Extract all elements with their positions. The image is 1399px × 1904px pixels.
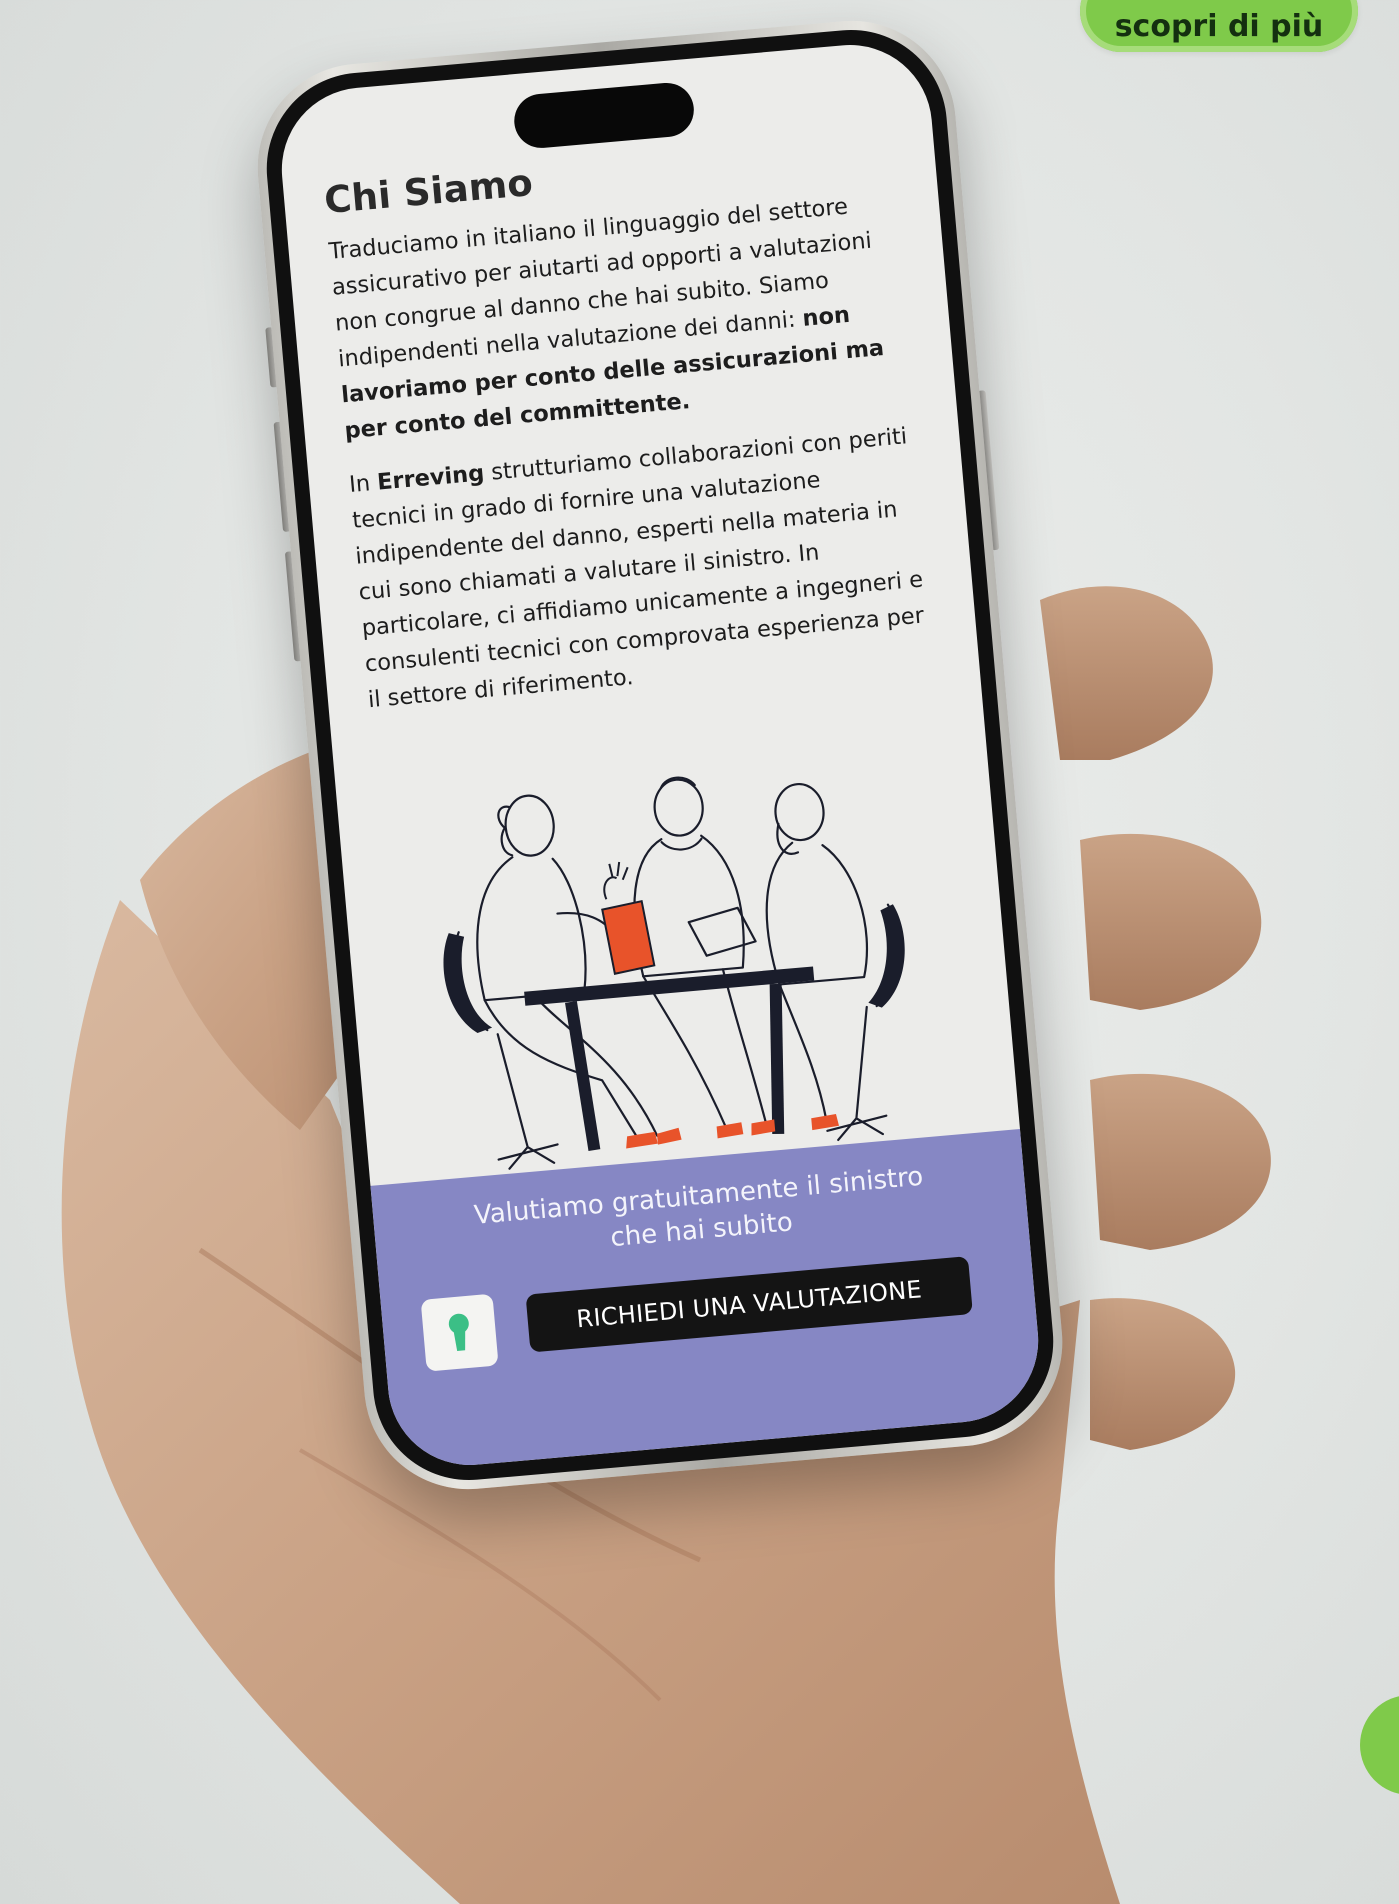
keyhole-button[interactable] (420, 1293, 499, 1372)
dynamic-island (512, 80, 697, 151)
intro-paragraph: Traduciamo in italiano il linguaggio del… (327, 183, 924, 449)
detail-text-start: In (348, 469, 379, 499)
phone-screen: Chi Siamo Traduciamo in italiano il ling… (275, 38, 1045, 1472)
keyhole-icon (448, 1313, 469, 1351)
brand-name: Erreving (376, 460, 486, 496)
phone-mockup: Chi Siamo Traduciamo in italiano il ling… (249, 12, 1071, 1498)
discover-more-label: scopri di più (1114, 9, 1324, 44)
discover-more-button[interactable]: scopri di più (1080, 0, 1358, 52)
detail-paragraph: In Erreving strutturiamo collaborazioni … (348, 417, 948, 719)
evaluation-banner: Valutiamo gratuitamente il sinistro che … (370, 1129, 1045, 1472)
about-section: Chi Siamo Traduciamo in italiano il ling… (323, 129, 950, 736)
meeting-illustration (443, 776, 905, 1170)
request-evaluation-button[interactable]: RICHIEDI UNA VALUTAZIONE (525, 1256, 973, 1353)
